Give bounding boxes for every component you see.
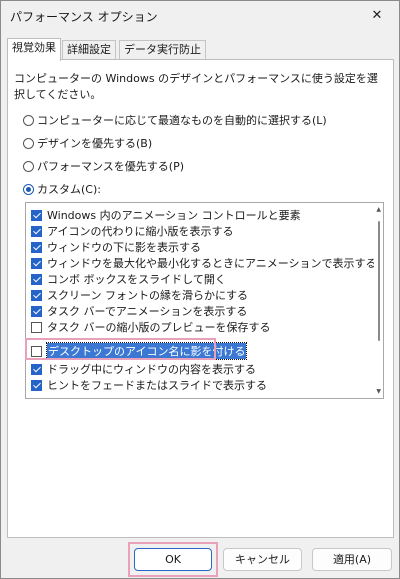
checkbox-checked-icon[interactable] xyxy=(31,257,42,269)
effect-item[interactable]: タスク バーでアニメーションを表示する xyxy=(31,303,247,319)
radio-performance-label: パフォーマンスを優先する(P) xyxy=(37,160,184,173)
scroll-up-icon[interactable]: ▲ xyxy=(376,206,381,213)
checkbox-checked-icon[interactable] xyxy=(31,363,42,375)
radio-appearance[interactable]: デザインを優先する(B) xyxy=(23,134,152,152)
apply-button[interactable]: 適用(A) xyxy=(312,548,392,571)
tab-visual-effects[interactable]: 視覚効果 xyxy=(7,38,61,61)
ok-button[interactable]: OK xyxy=(134,548,212,571)
checkbox-checked-icon[interactable] xyxy=(31,289,42,301)
scroll-thumb[interactable] xyxy=(378,221,380,341)
tab-advanced[interactable]: 詳細設定 xyxy=(62,40,116,60)
checkbox-checked-icon[interactable] xyxy=(31,209,42,221)
cancel-button[interactable]: キャンセル xyxy=(223,548,302,571)
radio-button-icon xyxy=(23,114,34,126)
radio-auto-label: コンピューターに応じて最適なものを自動的に選択する(L) xyxy=(37,114,327,127)
effect-item[interactable]: Windows 内のアニメーション コントロールと要素 xyxy=(31,207,301,223)
checkbox-unchecked-icon[interactable] xyxy=(31,321,42,333)
effect-label: タスク バーでアニメーションを表示する xyxy=(47,305,248,318)
window-title: パフォーマンス オプション xyxy=(10,10,158,24)
effect-label: ヒントをフェードまたはスライドで表示する xyxy=(47,379,267,392)
effect-item[interactable]: ヒントをフェードまたはスライドで表示する xyxy=(31,377,267,393)
effects-list[interactable]: Windows 内のアニメーション コントロールと要素 アイコンの代わりに縮小版… xyxy=(25,202,384,399)
radio-performance[interactable]: パフォーマンスを優先する(P) xyxy=(23,157,184,175)
effect-item[interactable]: タスク バーの縮小版のプレビューを保存する xyxy=(31,319,271,335)
effect-item-selected[interactable]: デスクトップのアイコン名に影を付ける xyxy=(31,342,248,360)
effect-item[interactable]: アイコンの代わりに縮小版を表示する xyxy=(31,223,233,239)
effect-item[interactable]: ウィンドウの下に影を表示する xyxy=(31,239,201,255)
radio-auto[interactable]: コンピューターに応じて最適なものを自動的に選択する(L) xyxy=(23,111,327,129)
checkbox-checked-icon[interactable] xyxy=(31,305,42,317)
effect-item[interactable]: コンボ ボックスをスライドして開く xyxy=(31,271,226,287)
effect-label: ウィンドウを最大化や最小化するときにアニメーションで表示する xyxy=(47,257,377,270)
effect-item[interactable]: ウィンドウを最大化や最小化するときにアニメーションで表示する xyxy=(31,255,377,271)
performance-options-window: パフォーマンス オプション ✕ 詳細設定 データ実行防止 視覚効果 コンピュータ… xyxy=(0,0,400,579)
description-text: コンピューターの Windows のデザインとパフォーマンスに使う設定を選択して… xyxy=(14,72,378,101)
effect-label: デスクトップのアイコン名に影を付ける xyxy=(45,342,248,360)
effect-label: アイコンの代わりに縮小版を表示する xyxy=(47,225,234,238)
effect-label: ウィンドウの下に影を表示する xyxy=(47,241,201,254)
effect-item[interactable]: ドラッグ中にウィンドウの内容を表示する xyxy=(31,361,256,377)
title-bar: パフォーマンス オプション ✕ xyxy=(1,1,399,31)
list-scrollbar[interactable]: ▲ ▼ xyxy=(374,203,383,398)
effect-label: ドラッグ中にウィンドウの内容を表示する xyxy=(47,363,256,376)
effect-label: コンボ ボックスをスライドして開く xyxy=(47,273,226,286)
tab-data-execution-prevention[interactable]: データ実行防止 xyxy=(119,40,206,60)
effect-item[interactable]: スクリーン フォントの縁を滑らかにする xyxy=(31,287,248,303)
checkbox-checked-icon[interactable] xyxy=(31,241,42,253)
checkbox-checked-icon[interactable] xyxy=(31,379,42,391)
radio-appearance-label: デザインを優先する(B) xyxy=(37,137,153,150)
checkbox-unchecked-icon[interactable] xyxy=(31,345,42,357)
radio-selected-icon xyxy=(23,183,34,195)
radio-custom-label: カスタム(C): xyxy=(37,183,101,196)
effect-label: スクリーン フォントの縁を滑らかにする xyxy=(47,289,249,302)
scroll-down-icon[interactable]: ▼ xyxy=(376,388,381,395)
checkbox-checked-icon[interactable] xyxy=(31,273,42,285)
effect-label: タスク バーの縮小版のプレビューを保存する xyxy=(47,321,271,334)
radio-button-icon xyxy=(23,160,34,172)
close-icon[interactable]: ✕ xyxy=(355,1,399,31)
radio-button-icon xyxy=(23,137,34,149)
radio-custom[interactable]: カスタム(C): xyxy=(23,180,101,198)
checkbox-checked-icon[interactable] xyxy=(31,225,42,237)
effect-label: Windows 内のアニメーション コントロールと要素 xyxy=(47,209,301,222)
